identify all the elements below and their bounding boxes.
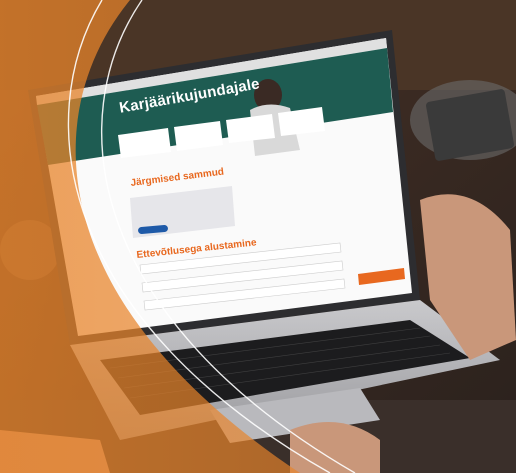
laptop-photo (0, 0, 516, 473)
